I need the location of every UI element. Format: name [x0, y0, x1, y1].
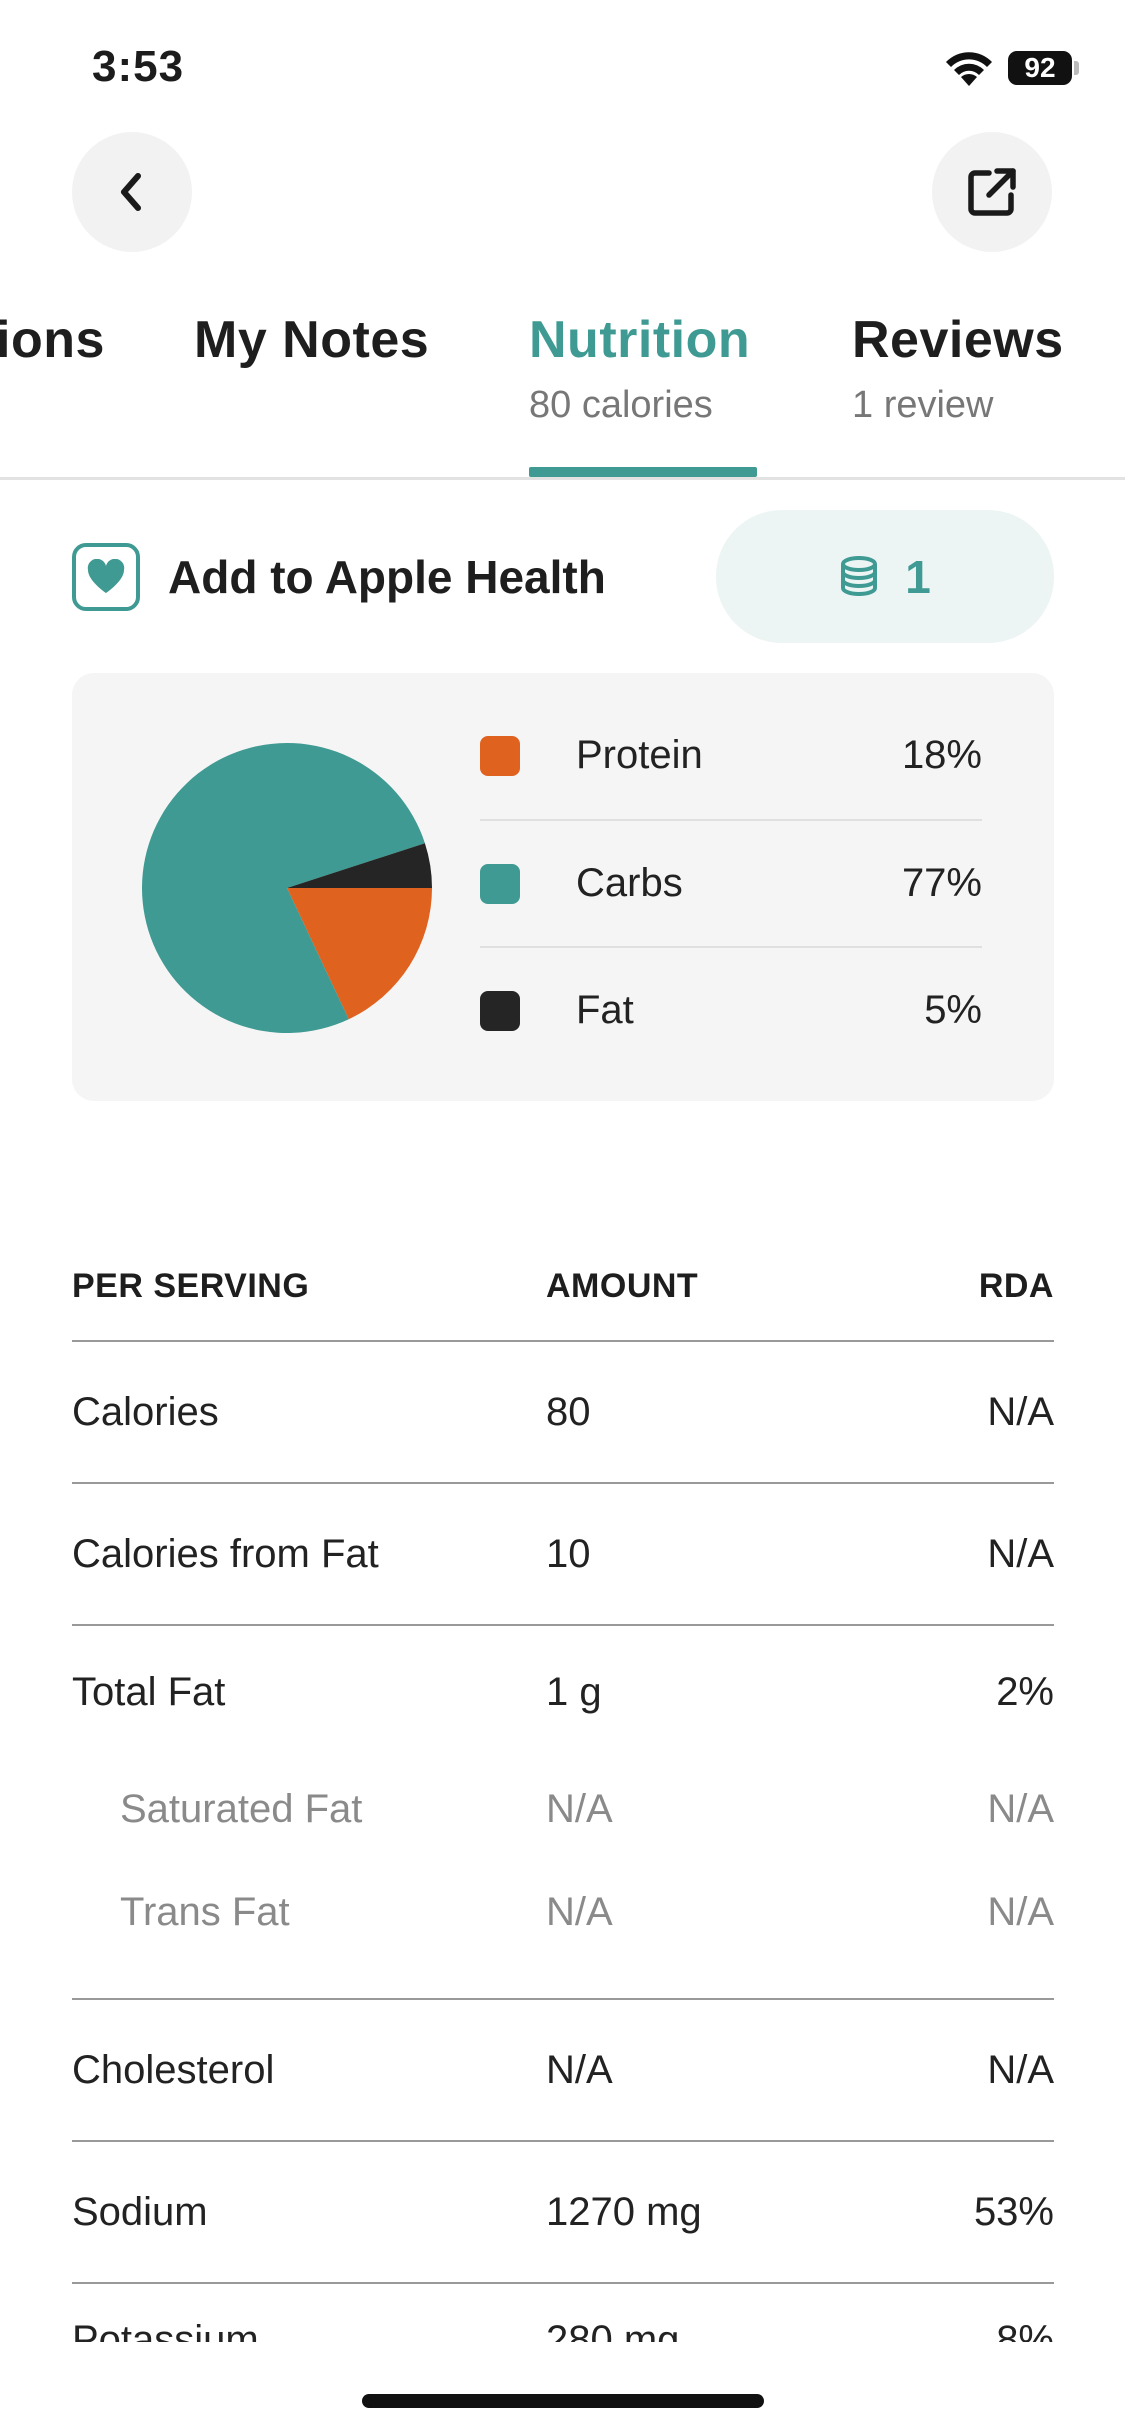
tab-subtitle: 1 review	[852, 384, 994, 426]
header-rda: RDA	[978, 1266, 1054, 1305]
chevron-left-icon	[121, 173, 141, 211]
heart-icon	[72, 543, 140, 611]
external-link-icon	[968, 168, 1016, 216]
table-row: Total Fat 1 g 2%	[72, 1626, 1054, 1758]
tab-reviews[interactable]: Reviews 1 review	[852, 310, 1064, 427]
nutrient-rda: 8%	[996, 2318, 1054, 2342]
battery-icon: 92	[1008, 51, 1072, 85]
nutrient-amount: 1270 mg	[546, 2189, 702, 2234]
servings-button[interactable]: 1	[716, 510, 1054, 643]
nutrient-rda: N/A	[987, 1531, 1054, 1576]
home-indicator[interactable]	[362, 2394, 764, 2408]
share-button[interactable]	[932, 132, 1052, 252]
table-row: Sodium 1270 mg 53%	[72, 2142, 1054, 2284]
nutrient-amount: N/A	[546, 2047, 613, 2092]
table-row-clipped: Potassium 280 mg 8%	[72, 2318, 1054, 2342]
nutrient-rda: 2%	[996, 1669, 1054, 1714]
tab-my-notes[interactable]: My Notes	[194, 310, 429, 370]
tabs-divider	[0, 477, 1125, 480]
nutrition-table: PER SERVING AMOUNT RDA Calories 80 N/A C…	[72, 1232, 1054, 2284]
fat-group: Total Fat 1 g 2% Saturated Fat N/A N/A T…	[72, 1626, 1054, 2000]
nutrient-rda: N/A	[987, 2047, 1054, 2092]
protein-swatch	[480, 735, 520, 776]
tab-label: Reviews	[852, 311, 1064, 369]
legend-row-fat: Fat 5%	[480, 946, 982, 1073]
tab-label: ions	[0, 311, 105, 369]
legend-label: Fat	[576, 988, 634, 1032]
wifi-icon	[946, 52, 992, 86]
nutrient-rda: 53%	[973, 2189, 1054, 2234]
apple-health-label: Add to Apple Health	[168, 551, 606, 603]
legend-label: Protein	[576, 733, 703, 777]
legend-value: 77%	[901, 861, 982, 905]
servings-count: 1	[905, 550, 931, 603]
macro-pie-chart	[142, 743, 432, 1033]
nutrient-name: Cholesterol	[72, 2047, 275, 2092]
nutrient-amount: 280 mg	[546, 2318, 680, 2342]
nutrient-name: Trans Fat	[120, 1890, 290, 1934]
active-tab-indicator	[529, 467, 757, 477]
table-row: Cholesterol N/A N/A	[72, 2000, 1054, 2142]
nutrient-amount: N/A	[546, 1890, 613, 1934]
macro-breakdown-card: Protein 18% Carbs 77% Fat 5%	[72, 673, 1054, 1101]
nutrient-rda: N/A	[987, 1787, 1054, 1831]
tab-subtitle: 80 calories	[529, 384, 713, 426]
legend-label: Carbs	[576, 861, 683, 905]
nutrient-name: Total Fat	[72, 1669, 226, 1714]
nutrient-name: Saturated Fat	[120, 1787, 363, 1831]
battery-cap	[1074, 61, 1079, 75]
header-amount: AMOUNT	[546, 1266, 699, 1305]
back-button[interactable]	[72, 132, 192, 252]
carbs-swatch	[480, 863, 520, 904]
nutrient-amount: N/A	[546, 1787, 613, 1831]
legend-value: 18%	[901, 733, 982, 777]
legend-row-carbs: Carbs 77%	[480, 819, 982, 946]
status-time: 3:53	[92, 42, 185, 91]
fat-swatch	[480, 990, 520, 1031]
tab-label: My Notes	[194, 311, 430, 369]
coins-icon	[841, 555, 878, 596]
nutrient-rda: N/A	[987, 1890, 1054, 1934]
nutrient-name: Sodium	[72, 2189, 208, 2234]
nutrient-amount: 80	[546, 1389, 591, 1434]
table-subrow: Saturated Fat N/A N/A	[72, 1758, 1054, 1861]
nutrient-name: Calories from Fat	[72, 1531, 379, 1576]
nutrient-amount: 10	[546, 1531, 591, 1576]
header-per-serving: PER SERVING	[72, 1266, 310, 1305]
nutrient-name: Potassium	[72, 2318, 259, 2342]
tab-instructions[interactable]: ions	[0, 310, 105, 370]
table-header: PER SERVING AMOUNT RDA	[72, 1232, 1054, 1342]
legend-row-protein: Protein 18%	[480, 692, 982, 819]
table-row: Calories from Fat 10 N/A	[72, 1484, 1054, 1626]
legend-value: 5%	[924, 988, 982, 1032]
table-subrow: Trans Fat N/A N/A	[72, 1861, 1054, 1964]
tab-label: Nutrition	[529, 311, 751, 369]
nutrient-amount: 1 g	[546, 1669, 602, 1714]
add-to-apple-health-button[interactable]: Add to Apple Health	[72, 543, 606, 611]
nutrient-name: Calories	[72, 1389, 219, 1434]
tab-nutrition[interactable]: Nutrition 80 calories	[529, 310, 750, 427]
table-row: Calories 80 N/A	[72, 1342, 1054, 1484]
nutrient-rda: N/A	[987, 1389, 1054, 1434]
